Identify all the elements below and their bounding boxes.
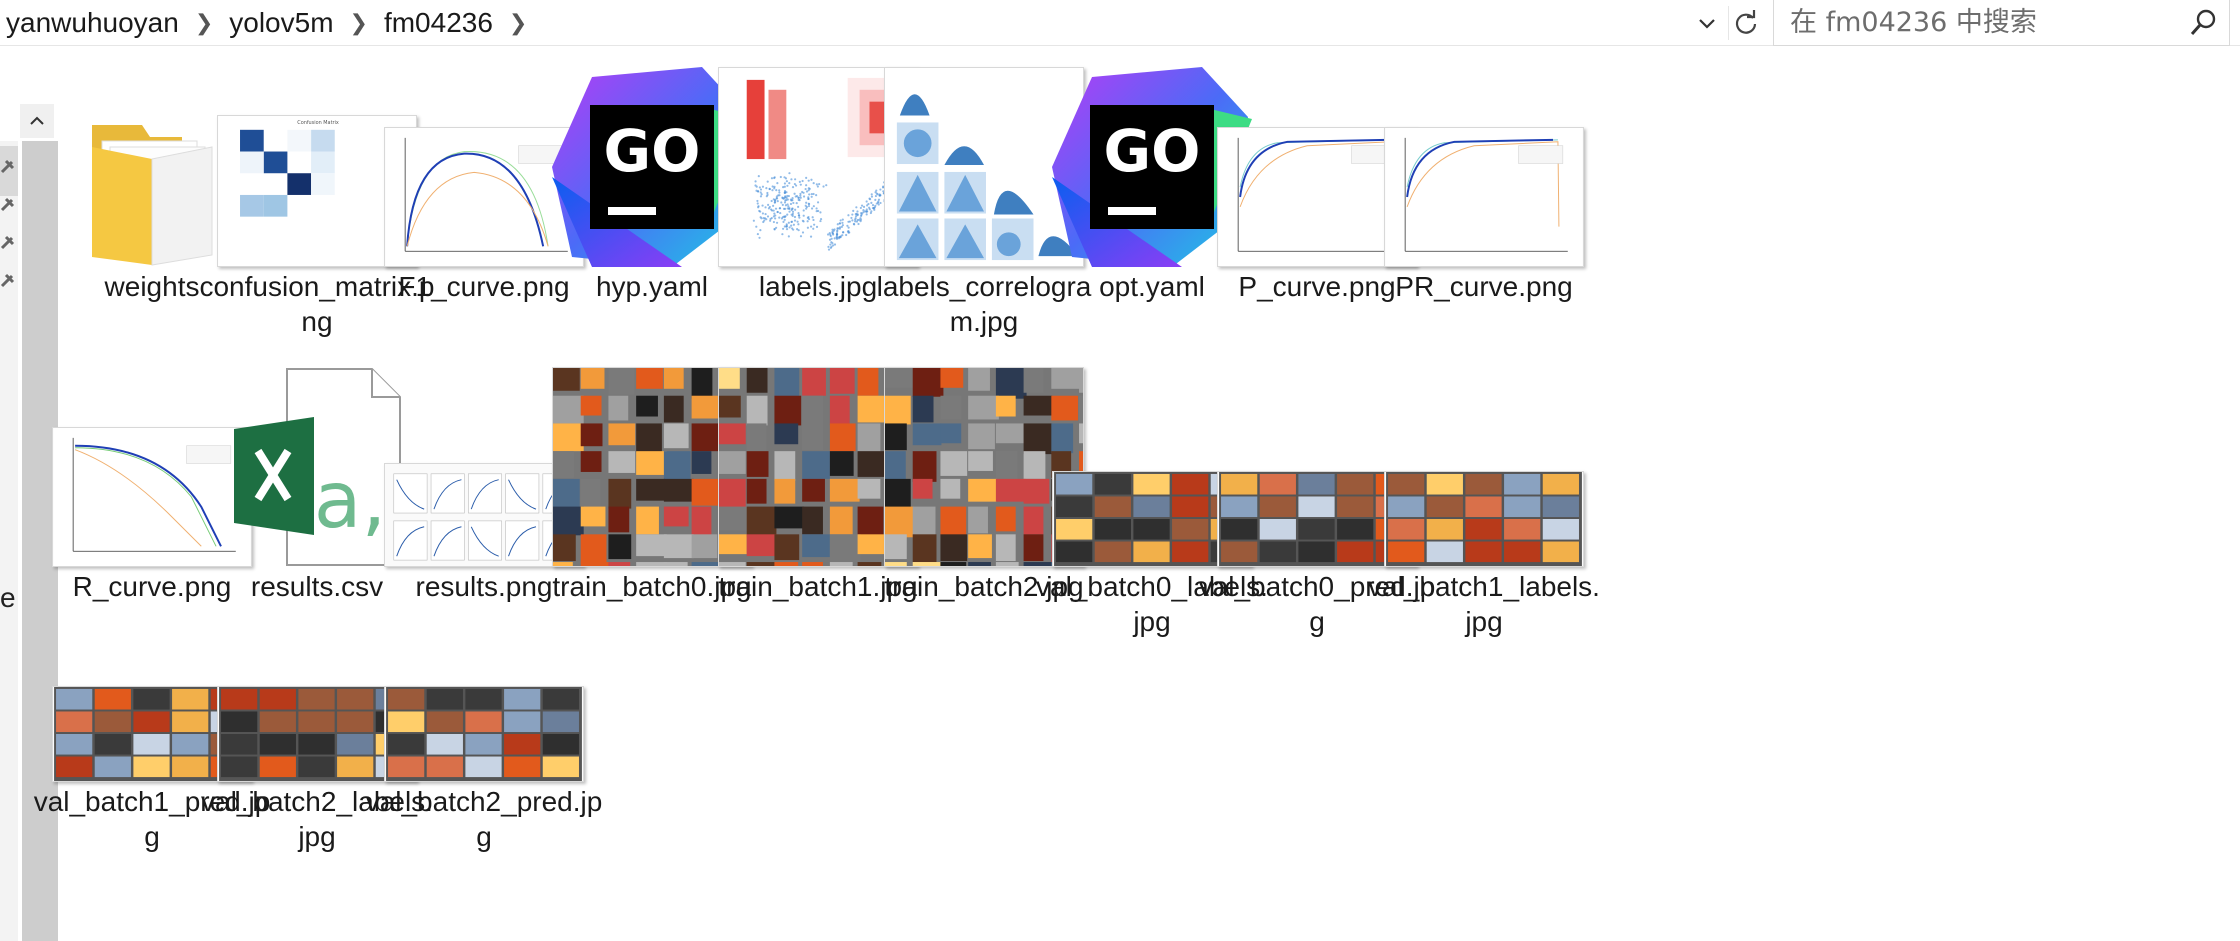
- search-box[interactable]: [1773, 0, 2230, 46]
- breadcrumb: yanwuhuoyan ❯ yolov5m ❯ fm04236 ❯: [0, 0, 537, 46]
- nav-item-label[interactable]: e: [0, 582, 16, 614]
- file-item[interactable]: val_batch1_labels.jpg: [1365, 357, 1603, 637]
- breadcrumb-item[interactable]: yanwuhuoyan: [0, 7, 185, 39]
- chevron-right-icon[interactable]: ❯: [499, 10, 537, 36]
- file-item[interactable]: val_batch2_pred.jpg: [365, 572, 603, 852]
- chevron-down-icon[interactable]: [1690, 6, 1724, 40]
- address-bar: yanwuhuoyan ❯ yolov5m ❯ fm04236 ❯: [0, 0, 2240, 46]
- pin-icon[interactable]: [0, 196, 16, 216]
- breadcrumb-item[interactable]: fm04236: [378, 7, 499, 39]
- svg-text:Confusion Matrix: Confusion Matrix: [297, 120, 339, 126]
- thumbnail-graphic: [384, 686, 584, 782]
- thumbnail: [1365, 357, 1603, 567]
- thumbnail: [1365, 57, 1603, 267]
- search-input[interactable]: [1788, 4, 2168, 40]
- nav-tree-strip[interactable]: [0, 141, 18, 941]
- pin-icon[interactable]: [0, 158, 16, 178]
- file-item[interactable]: PR_curve.png: [1365, 57, 1603, 302]
- file-name-label: PR_curve.png: [1395, 271, 1573, 302]
- chevron-right-icon[interactable]: ❯: [185, 10, 223, 36]
- svg-text:GO: GO: [604, 117, 701, 185]
- refresh-icon[interactable]: [1728, 6, 1762, 40]
- breadcrumb-item[interactable]: yolov5m: [223, 7, 339, 39]
- file-name-label: val_batch2_pred.jpg: [365, 786, 603, 852]
- chevron-right-icon[interactable]: ❯: [340, 10, 378, 36]
- pin-icon[interactable]: [0, 272, 16, 292]
- thumbnail-graphic: [1384, 471, 1584, 567]
- thumbnail-graphic: [1384, 127, 1584, 267]
- file-name-label: val_batch1_labels.jpg: [1368, 571, 1600, 637]
- thumbnail: [365, 572, 603, 782]
- svg-text:GO: GO: [1104, 117, 1201, 185]
- pin-icon[interactable]: [0, 234, 16, 254]
- search-icon[interactable]: [2187, 7, 2219, 39]
